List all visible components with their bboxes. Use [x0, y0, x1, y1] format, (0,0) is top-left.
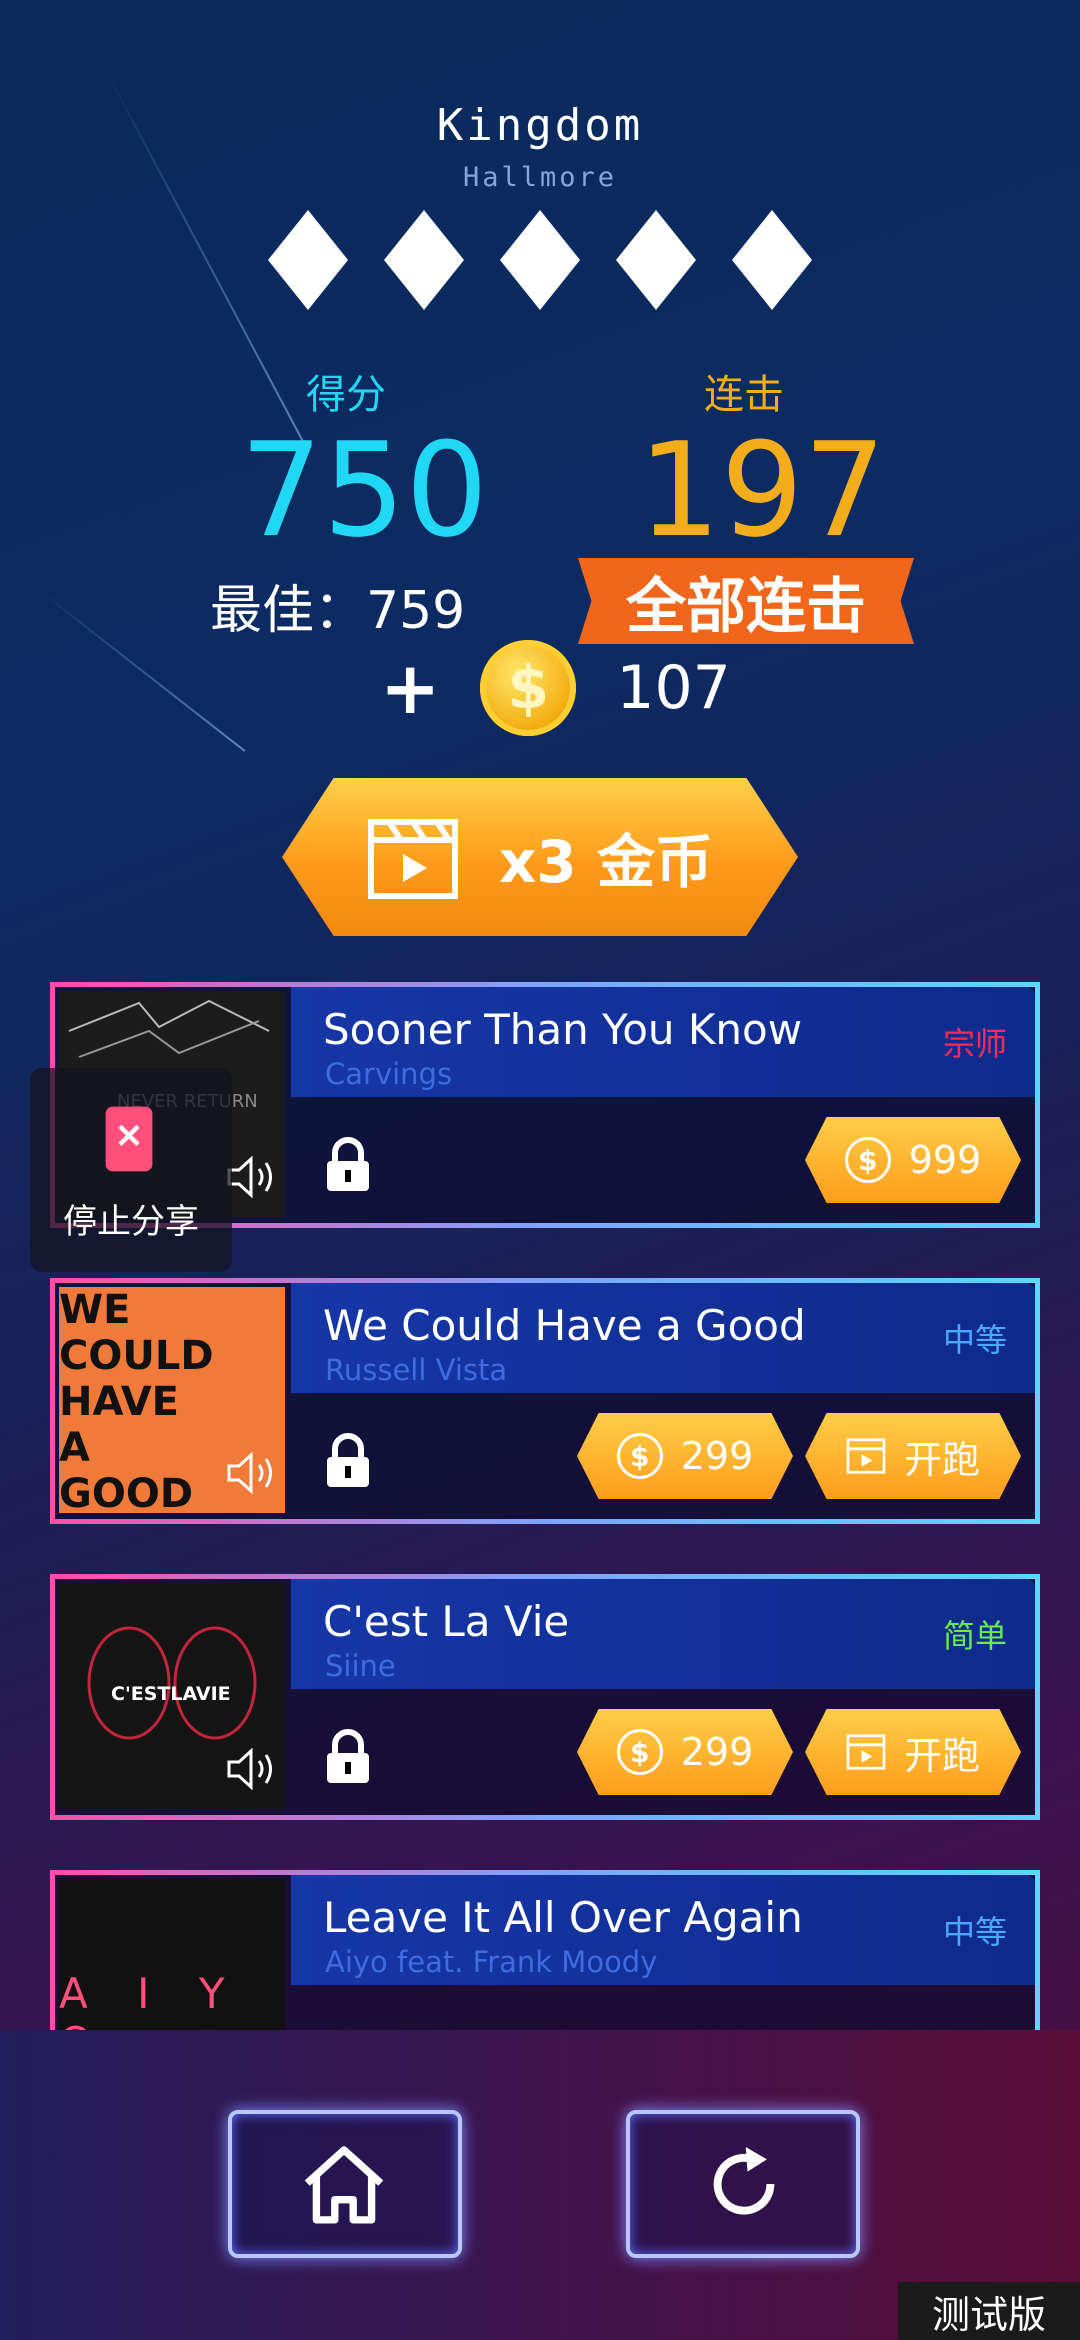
- lock-icon: [327, 1729, 369, 1783]
- song-card[interactable]: WE COULD HAVE A GOOD TIME We Could Have …: [50, 1278, 1040, 1524]
- song-card-title: Leave It All Over Again: [323, 1893, 803, 1942]
- play-ad-button[interactable]: 开跑: [805, 1413, 1021, 1499]
- diamond-icon: [616, 210, 696, 310]
- diamond-icon: [500, 210, 580, 310]
- speaker-icon[interactable]: [225, 1747, 277, 1791]
- coin-icon: $: [480, 640, 577, 736]
- score-label: 得分: [306, 372, 386, 418]
- unlock-coins-button[interactable]: $ 299: [577, 1413, 793, 1499]
- unlock-coins-button[interactable]: $ 999: [805, 1117, 1021, 1203]
- coin-amount: 107: [616, 653, 731, 723]
- clapperboard-icon: [846, 1438, 886, 1474]
- song-card-title: We Could Have a Good: [323, 1301, 806, 1350]
- coin-reward: + $ 107: [380, 640, 731, 736]
- speaker-icon[interactable]: [225, 1451, 277, 1495]
- coin-outline-icon: $: [616, 1729, 663, 1775]
- replay-button[interactable]: [626, 2110, 860, 2258]
- combo-label: 连击: [704, 372, 784, 418]
- diamond-icon: [384, 210, 464, 310]
- diamond-icon: [732, 210, 812, 310]
- difficulty-label: 中等: [942, 1913, 1007, 1951]
- full-combo-badge: 全部连击: [578, 558, 914, 644]
- difficulty-label: 宗师: [942, 1025, 1007, 1063]
- difficulty-label: 中等: [942, 1321, 1007, 1359]
- phone-stop-icon: [105, 1106, 153, 1172]
- speaker-icon[interactable]: [225, 1155, 277, 1199]
- diamond-icon: [268, 210, 348, 310]
- song-card-artist: Aiyo feat. Frank Moody: [325, 1945, 658, 1979]
- coin-outline-icon: $: [616, 1433, 663, 1479]
- song-card-artist: Siine: [325, 1649, 396, 1683]
- clapperboard-icon: [846, 1734, 886, 1770]
- home-button[interactable]: [228, 2110, 462, 2258]
- score-value: 750: [240, 414, 489, 566]
- rating-diamonds: [0, 210, 1080, 310]
- price-label: 999: [908, 1138, 982, 1182]
- album-art-text: C'ESTLAVIE: [111, 1683, 231, 1705]
- clapperboard-icon: [368, 819, 459, 899]
- triple-coins-button[interactable]: x3 金币: [282, 778, 798, 936]
- play-label: 开跑: [903, 1733, 980, 1778]
- stop-share-overlay[interactable]: 停止分享: [30, 1068, 232, 1272]
- song-title: Kingdom: [436, 100, 644, 151]
- play-label: 开跑: [903, 1437, 980, 1482]
- stop-share-label: 停止分享: [63, 1202, 199, 1242]
- difficulty-label: 简单: [942, 1617, 1007, 1655]
- price-label: 299: [680, 1730, 754, 1774]
- price-label: 299: [680, 1434, 754, 1478]
- replay-icon: [713, 2147, 775, 2215]
- best-score: 最佳：759: [210, 581, 466, 641]
- song-card-title: Sooner Than You Know: [323, 1005, 803, 1054]
- plus-sign: +: [380, 646, 441, 730]
- coin-outline-icon: $: [844, 1137, 891, 1183]
- build-tag: 测试版: [898, 2282, 1080, 2340]
- song-card-artist: Russell Vista: [325, 1353, 508, 1387]
- unlock-coins-button[interactable]: $ 299: [577, 1709, 793, 1795]
- home-icon: [304, 2146, 384, 2224]
- combo-value: 197: [638, 414, 887, 566]
- song-card[interactable]: C'ESTLAVIE C'est La Vie Siine 简单 $ 299 开…: [50, 1574, 1040, 1820]
- lock-icon: [327, 1433, 369, 1487]
- song-card-artist: Carvings: [325, 1057, 453, 1091]
- lock-icon: [327, 1137, 369, 1191]
- coin-symbol: $: [507, 653, 550, 723]
- song-artist: Hallmore: [462, 162, 618, 193]
- play-ad-button[interactable]: 开跑: [805, 1709, 1021, 1795]
- triple-coins-label: x3 金币: [499, 828, 713, 896]
- song-card-title: C'est La Vie: [323, 1597, 570, 1646]
